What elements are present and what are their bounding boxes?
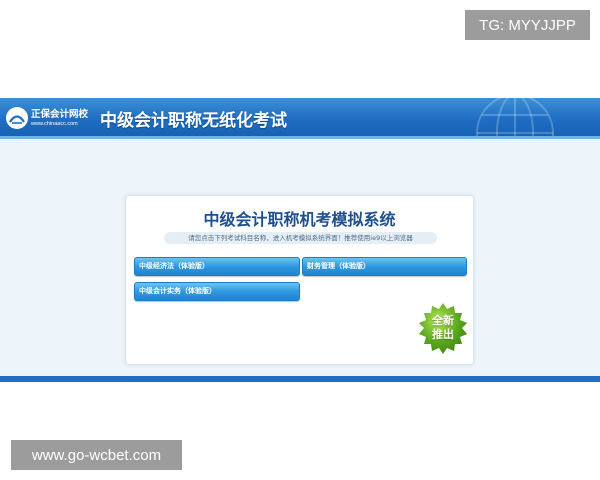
site-logo[interactable]: 正保会计网校 www.chinaacc.com — [6, 104, 98, 132]
page-title: 中级会计职称无纸化考试 — [100, 111, 287, 131]
subject-button-financial-management[interactable]: 财务管理（体验版） — [302, 257, 467, 276]
site-header: 正保会计网校 www.chinaacc.com 中级会计职称无纸化考试 — [0, 98, 600, 136]
subject-button-accounting-practice[interactable]: 中级会计实务（体验版） — [134, 282, 300, 301]
header-divider — [0, 136, 600, 139]
logo-name: 正保会计网校 — [31, 109, 89, 120]
new-launch-badge: 全新 推出 — [414, 300, 472, 358]
exam-page: 正保会计网校 www.chinaacc.com 中级会计职称无纸化考试 中级会计… — [0, 98, 600, 382]
exam-panel: 中级会计职称机考模拟系统 请您点击下列考试科目名称，进入机考模拟系统界面！推荐使… — [125, 195, 474, 365]
instruction-notice: 请您点击下列考试科目名称，进入机考模拟系统界面！推荐使用ie9以上浏览器 — [164, 232, 437, 244]
globe-icon — [476, 98, 554, 136]
panel-title: 中级会计职称机考模拟系统 — [203, 210, 396, 229]
watermark-tag-bottom: www.go-wcbet.com — [11, 440, 182, 470]
logo-emblem-icon — [6, 107, 28, 129]
badge-line-2: 推出 — [432, 328, 454, 341]
subject-button-economic-law[interactable]: 中级经济法（体验版） — [134, 257, 300, 276]
badge-line-1: 全新 — [432, 314, 454, 327]
footer-bar — [0, 376, 600, 382]
watermark-tag-top: TG: MYYJJPP — [465, 10, 590, 40]
logo-url: www.chinaacc.com — [31, 121, 78, 127]
badge-text: 全新 推出 — [414, 314, 472, 342]
